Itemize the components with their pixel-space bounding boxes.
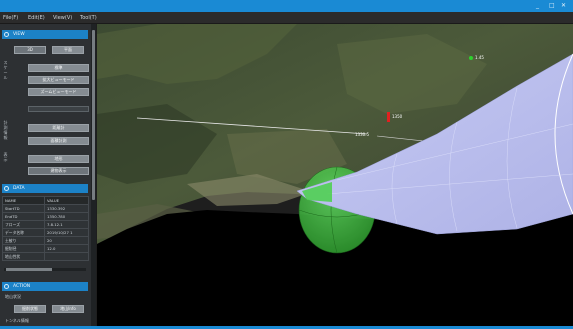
zoom-view-mode-button[interactable]: ズームビューモード: [28, 88, 89, 96]
display-group-label: 表 示: [3, 152, 8, 162]
table-horizontal-scrollbar[interactable]: [4, 268, 86, 271]
action-section-header[interactable]: ACTION: [2, 282, 88, 291]
scrollbar-thumb[interactable]: [92, 30, 95, 200]
collapse-toggle-icon[interactable]: [4, 31, 9, 37]
standard-button[interactable]: 標準: [28, 64, 89, 72]
measure-group-label: 計 測 情 報: [3, 120, 8, 140]
collapse-toggle-icon[interactable]: [4, 283, 9, 289]
table-header-row: NAME VALUE: [2, 196, 89, 205]
table-row[interactable]: 掘削径 12.0: [2, 244, 89, 253]
sidebar: VIEW 3D 平面 ス ケ ー ル 標準 拡大ビューモード ズームビューモード…: [0, 24, 96, 326]
table-cell: データ名称: [2, 228, 45, 237]
menu-file[interactable]: File(F): [3, 14, 18, 22]
table-row[interactable]: フローズ 7.8.12.1: [2, 220, 89, 229]
menu-view[interactable]: View(V): [53, 14, 72, 22]
red-marker-label: 1350: [392, 114, 403, 119]
table-cell: 掘削径: [2, 244, 45, 253]
building-display-button[interactable]: 建物表示: [28, 167, 89, 175]
action-section-title: ACTION: [13, 284, 31, 289]
excavation-state-button[interactable]: 掘削状態: [14, 305, 46, 313]
green-marker-icon[interactable]: [469, 56, 473, 60]
menu-bar: File(F) Edit(E) View(V) Tool(T): [0, 12, 573, 24]
ground-info-button[interactable]: 地山Info: [52, 305, 84, 313]
table-cell: 12.0: [44, 244, 89, 253]
table-row[interactable]: データ名称 2019/10/27 1: [2, 228, 89, 237]
data-section-title: DATA: [13, 186, 25, 191]
sidebar-scrollbar[interactable]: [91, 24, 96, 326]
table-cell: 1330.392: [44, 204, 89, 213]
data-table: NAME VALUE StartTD 1330.392 EndTD 1350.7…: [2, 196, 89, 261]
column-header-name[interactable]: NAME: [2, 196, 45, 205]
green-marker-label: 1.45: [475, 55, 484, 60]
collapse-toggle-icon[interactable]: [4, 185, 9, 191]
tunnel-info-label: トンネル情報: [5, 318, 29, 323]
table-cell: StartTD: [2, 204, 45, 213]
3d-viewport[interactable]: 1350 1.45 1330.5: [97, 24, 573, 326]
table-cell: 20: [44, 236, 89, 245]
table-cell: 2019/10/27 1: [44, 228, 89, 237]
table-cell: 1350.780: [44, 212, 89, 221]
red-marker-icon[interactable]: [387, 112, 390, 122]
view-section-title: VIEW: [13, 32, 25, 37]
area-measure-button[interactable]: 面積計測: [28, 137, 89, 145]
table-cell: フローズ: [2, 220, 45, 229]
scale-input[interactable]: [28, 106, 89, 112]
table-cell: [44, 252, 89, 261]
table-row[interactable]: 土被り 20: [2, 236, 89, 245]
data-section-header[interactable]: DATA: [2, 184, 88, 193]
table-cell: 土被り: [2, 236, 45, 245]
menu-edit[interactable]: Edit(E): [28, 14, 45, 22]
mode-plane-button[interactable]: 平面: [52, 46, 84, 54]
table-row[interactable]: 地山性状: [2, 252, 89, 261]
table-cell: 地山性状: [2, 252, 45, 261]
view-section-header[interactable]: VIEW: [2, 30, 88, 39]
column-header-value[interactable]: VALUE: [44, 196, 89, 205]
scale-group-label: ス ケ ー ル: [3, 60, 8, 80]
mode-3d-button[interactable]: 3D: [14, 46, 46, 54]
table-row[interactable]: EndTD 1350.780: [2, 212, 89, 221]
maximize-button[interactable]: □: [549, 2, 555, 10]
distance-button[interactable]: 距離計: [28, 124, 89, 132]
title-bar: _ □ ✕: [0, 0, 573, 12]
minimize-button[interactable]: _: [536, 2, 539, 10]
zoom-in-mode-button[interactable]: 拡大ビューモード: [28, 76, 89, 84]
terrain-button[interactable]: 地形: [28, 155, 89, 163]
3d-scene[interactable]: 1350 1.45 1330.5: [97, 24, 573, 326]
tunnel-position-label: 1330.5: [355, 132, 369, 137]
ground-status-label: 地山状況: [5, 294, 21, 299]
scrollbar-thumb[interactable]: [6, 268, 52, 271]
table-row[interactable]: StartTD 1330.392: [2, 204, 89, 213]
close-button[interactable]: ✕: [561, 2, 566, 10]
menu-tool[interactable]: Tool(T): [80, 14, 97, 22]
table-cell: 7.8.12.1: [44, 220, 89, 229]
table-cell: EndTD: [2, 212, 45, 221]
